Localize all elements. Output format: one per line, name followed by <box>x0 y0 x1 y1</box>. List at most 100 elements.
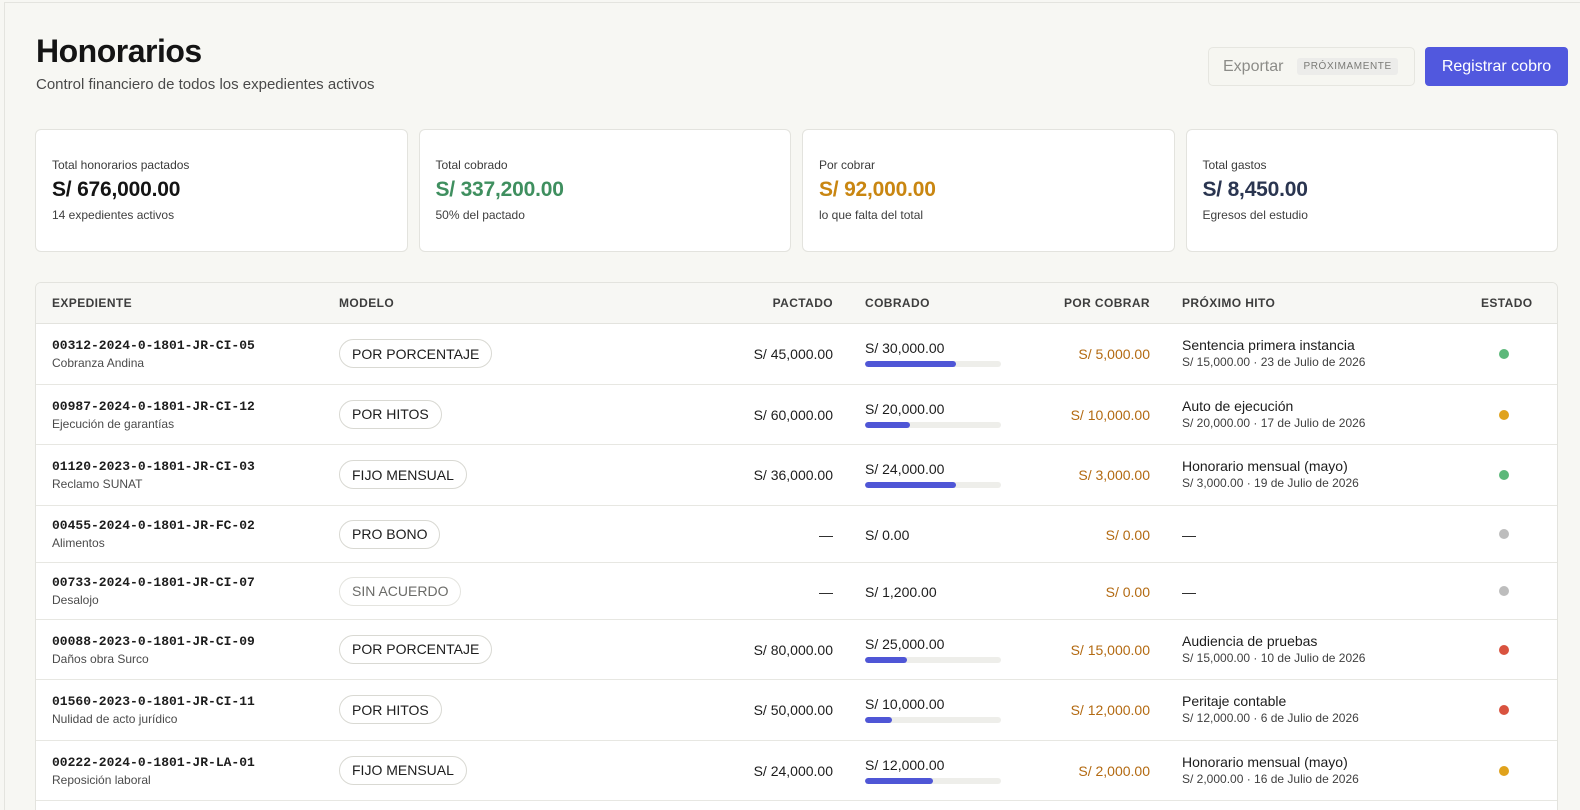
cobrado-progress-bar <box>865 777 1001 784</box>
hito-cell: Peritaje contable S/ 12,000.00 · 6 de Jul… <box>1182 693 1359 725</box>
hito-title: Auto de ejecución <box>1182 397 1294 414</box>
pactado-value: S/ 60,000.00 <box>753 406 833 423</box>
expediente-name: Cobranza Andina <box>52 356 145 370</box>
cobrado-cell: S/ 24,000.00 <box>865 461 1001 488</box>
expediente-code[interactable]: 00733-2024-0-1801-JR-CI-07 <box>52 575 255 590</box>
expediente-code[interactable]: 00088-2023-0-1801-JR-CI-09 <box>52 634 255 649</box>
por-cobrar-value: S/ 3,000.00 <box>1078 467 1150 483</box>
col-header-por-cobrar[interactable]: POR COBRAR <box>1064 296 1150 310</box>
coming-soon-badge: PRÓXIMAMENTE <box>1297 58 1398 75</box>
por-cobrar-value: S/ 10,000.00 <box>1070 406 1150 423</box>
estado-dot <box>1499 409 1509 420</box>
cobrado-progress-bar <box>865 482 1001 488</box>
col-header-pactado[interactable]: PACTADO <box>773 296 833 310</box>
col-header-expediente[interactable]: EXPEDIENTE <box>52 296 132 310</box>
card-sub: lo que falta del total <box>819 208 924 222</box>
summary-card-cobrado: Total cobrado S/ 337,200.00 50% del pact… <box>418 129 791 252</box>
summary-card-pactado: Total honorarios pactados S/ 676,000.00 … <box>35 129 408 252</box>
table-header: EXPEDIENTE MODELO PACTADO COBRADO POR CO… <box>36 283 1557 324</box>
fees-table: EXPEDIENTE MODELO PACTADO COBRADO POR CO… <box>35 282 1558 810</box>
card-label: Por cobrar <box>819 158 876 172</box>
table-row[interactable]: 00455-2024-0-1801-JR-FC-02 Alimentos PRO B… <box>36 506 1557 563</box>
expediente-code[interactable]: 00987-2024-0-1801-JR-CI-12 <box>52 399 255 414</box>
expediente-name: Desalojo <box>52 592 99 607</box>
hito-cell: Sentencia primera instancia S/ 15,000.00 … <box>1182 337 1365 369</box>
expediente-cell[interactable]: 01560-2023-0-1801-JR-CI-11 Nulidad de act… <box>52 694 255 726</box>
card-label: Total gastos <box>1202 158 1267 172</box>
expediente-code[interactable]: 00222-2024-0-1801-JR-LA-01 <box>52 755 255 770</box>
por-cobrar-value: S/ 0.00 <box>1105 583 1150 600</box>
card-label: Total cobrado <box>435 158 508 172</box>
estado-dot <box>1499 765 1509 776</box>
table-row[interactable]: 00733-2024-0-1801-JR-CI-07 Desalojo SIN AC… <box>36 563 1557 620</box>
hito-cell: — <box>1182 584 1196 600</box>
expediente-cell[interactable]: 01120-2023-0-1801-JR-CI-03 Reclamo SUNAT <box>52 459 255 491</box>
cobrado-progress-fill <box>865 482 957 488</box>
expediente-code[interactable]: 01120-2023-0-1801-JR-CI-03 <box>52 459 255 474</box>
por-cobrar-value: S/ 12,000.00 <box>1070 702 1150 718</box>
col-header-cobrado[interactable]: COBRADO <box>865 296 930 310</box>
cobrado-value: S/ 10,000.00 <box>865 696 945 712</box>
card-value: S/ 92,000.00 <box>819 178 936 201</box>
table-row[interactable]: 01560-2023-0-1801-JR-CI-11 Nulidad de act… <box>36 680 1557 741</box>
table-row[interactable]: 01120-2023-0-1801-JR-CI-03 Reclamo SUNAT F… <box>36 445 1557 506</box>
expediente-code[interactable]: 00455-2024-0-1801-JR-FC-02 <box>52 518 255 533</box>
modelo-pill: POR HITOS <box>339 695 442 724</box>
table-row[interactable]: 00987-2024-0-1801-JR-CI-12 Ejecución de g… <box>36 385 1557 445</box>
expediente-cell[interactable]: 00733-2024-0-1801-JR-CI-07 Desalojo <box>52 575 255 607</box>
hito-detail: S/ 15,000.00 · 10 de Julio de 2026 <box>1182 650 1366 665</box>
summary-card-por-cobrar: Por cobrar S/ 92,000.00 lo que falta del… <box>802 129 1175 252</box>
estado-dot <box>1499 585 1509 596</box>
hito-title: Peritaje contable <box>1182 693 1287 709</box>
col-header-hito[interactable]: PRÓXIMO HITO <box>1182 296 1275 310</box>
expediente-name: Alimentos <box>52 535 105 550</box>
col-header-estado[interactable]: ESTADO <box>1481 296 1533 310</box>
table-row[interactable]: 00222-2024-0-1801-JR-LA-01 Reposición lab… <box>36 741 1557 801</box>
cobrado-value: S/ 20,000.00 <box>865 400 945 417</box>
card-label: Total honorarios pactados <box>52 158 190 172</box>
hito-title: Honorario mensual (mayo) <box>1182 458 1348 474</box>
export-button: Exportar PRÓXIMAMENTE <box>1208 47 1415 86</box>
expediente-name: Reclamo SUNAT <box>52 477 143 491</box>
por-cobrar-value: S/ 2,000.00 <box>1078 762 1150 779</box>
cobrado-progress-fill <box>865 656 908 663</box>
expediente-code[interactable]: 00312-2024-0-1801-JR-CI-05 <box>52 338 255 353</box>
summary-cards: Total honorarios pactados S/ 676,000.00 … <box>35 129 1558 252</box>
modelo-pill: FIJO MENSUAL <box>339 460 467 489</box>
card-sub: Egresos del estudio <box>1202 208 1308 222</box>
hito-detail: S/ 15,000.00 · 23 de Julio de 2026 <box>1182 355 1366 369</box>
register-payment-button[interactable]: Registrar cobro <box>1425 47 1568 86</box>
por-cobrar-value: S/ 15,000.00 <box>1070 641 1150 658</box>
export-button-label: Exportar <box>1223 57 1284 75</box>
cobrado-progress-fill <box>865 361 957 367</box>
expediente-cell[interactable]: 00312-2024-0-1801-JR-CI-05 Cobranza Andin… <box>52 338 255 370</box>
hito-detail: S/ 12,000.00 · 6 de Julio de 2026 <box>1182 711 1359 725</box>
col-header-modelo[interactable]: MODELO <box>339 296 394 310</box>
estado-dot <box>1499 644 1509 655</box>
hito-title: — <box>1182 526 1196 543</box>
expediente-cell[interactable]: 00987-2024-0-1801-JR-CI-12 Ejecución de g… <box>52 399 255 431</box>
hito-title: — <box>1182 583 1196 600</box>
table-row[interactable]: 00312-2024-0-1801-JR-CI-05 Cobranza Andin… <box>36 324 1557 385</box>
cobrado-progress-fill <box>865 777 933 784</box>
expediente-cell[interactable]: 00455-2024-0-1801-JR-FC-02 Alimentos <box>52 518 255 550</box>
expediente-name: Reposición laboral <box>52 772 151 787</box>
expediente-code[interactable]: 01560-2023-0-1801-JR-CI-11 <box>52 694 255 709</box>
hito-detail: S/ 20,000.00 · 17 de Julio de 2026 <box>1182 415 1366 430</box>
cobrado-value: S/ 12,000.00 <box>865 756 945 773</box>
hito-cell: Audiencia de pruebas S/ 15,000.00 · 10 de… <box>1182 633 1365 665</box>
page-header: Honorarios Control financiero de todos l… <box>36 32 1568 102</box>
card-value: S/ 676,000.00 <box>52 178 181 201</box>
cobrado-progress-bar <box>865 656 1001 663</box>
cobrado-progress-bar <box>865 421 1001 428</box>
table-row[interactable]: 00088-2023-0-1801-JR-CI-09 Daños obra Sur… <box>36 620 1557 680</box>
cobrado-progress-fill <box>865 717 893 723</box>
cobrado-progress-bar <box>865 717 1001 723</box>
hito-cell: Honorario mensual (mayo) S/ 2,000.00 · 16… <box>1182 754 1359 786</box>
expediente-cell[interactable]: 00222-2024-0-1801-JR-LA-01 Reposición lab… <box>52 755 255 787</box>
por-cobrar-value: S/ 0.00 <box>1105 526 1150 543</box>
cobrado-value: S/ 0.00 <box>865 526 910 543</box>
expediente-cell[interactable]: 00088-2023-0-1801-JR-CI-09 Daños obra Sur… <box>52 634 255 666</box>
estado-dot <box>1499 349 1509 359</box>
modelo-pill: FIJO MENSUAL <box>339 755 467 785</box>
